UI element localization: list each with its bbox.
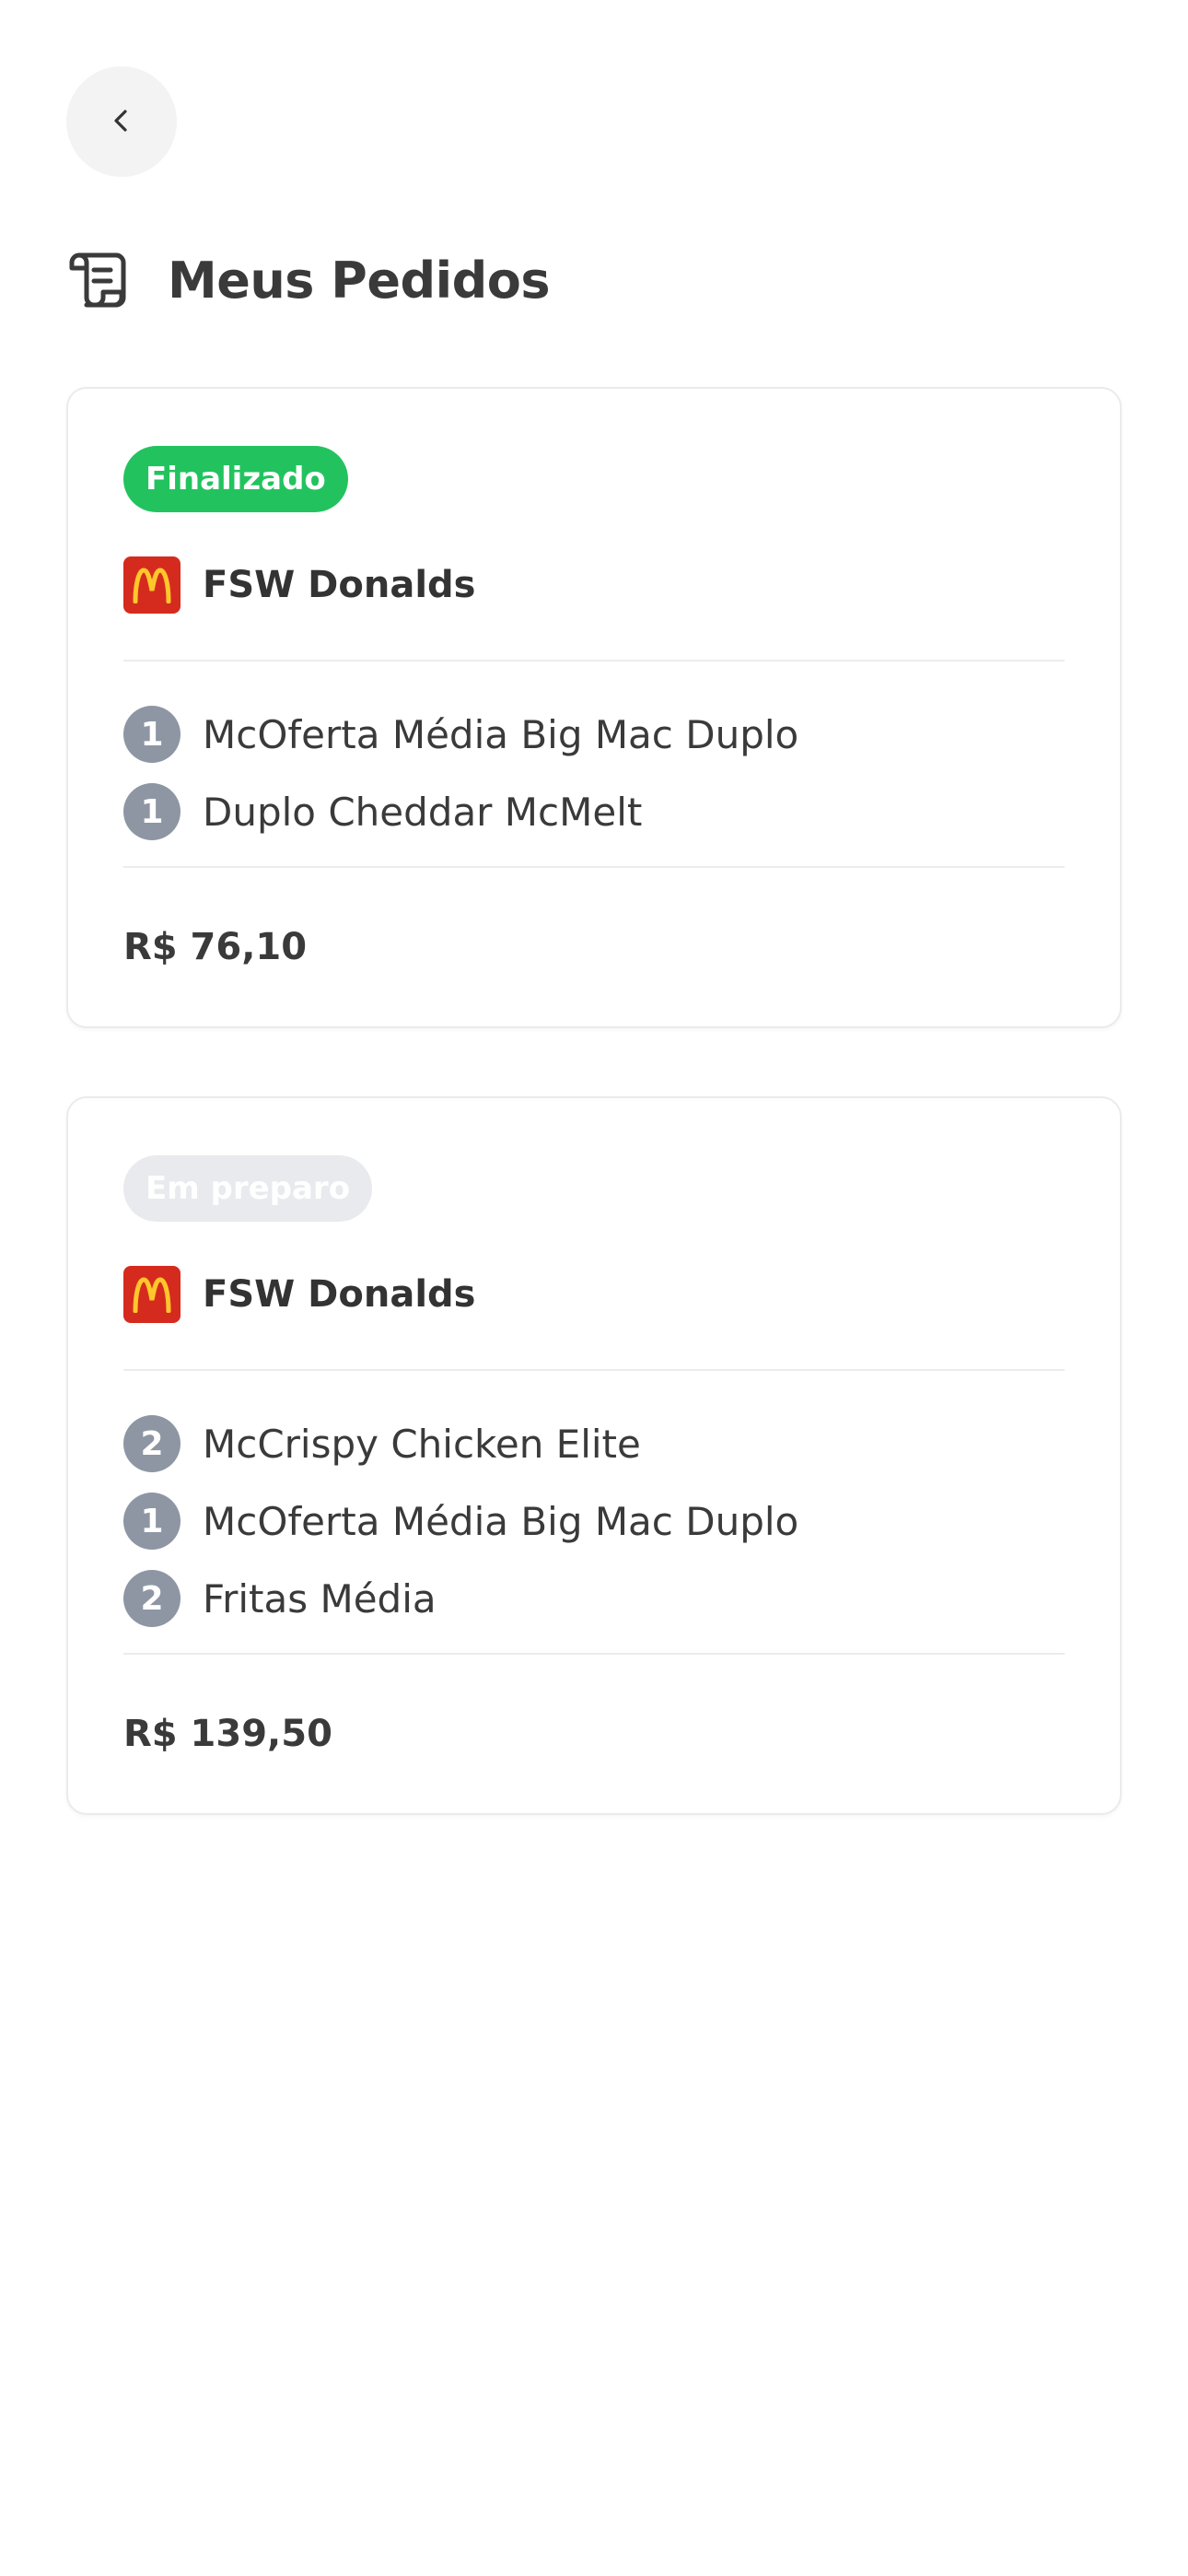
page-header: Meus Pedidos [66,247,551,313]
page-title: Meus Pedidos [168,251,551,310]
orders-page: Meus Pedidos Finalizado FSW Donalds 1 Mc… [0,0,1188,2576]
back-button[interactable] [66,66,177,177]
order-items: 1 McOferta Média Big Mac Duplo 1 Duplo C… [123,662,1065,840]
quantity-badge: 1 [123,1493,181,1550]
scroll-icon [66,248,131,312]
item-name: McOferta Média Big Mac Duplo [203,1498,799,1544]
quantity-badge: 1 [123,783,181,840]
restaurant-row: FSW Donalds [123,556,1065,614]
order-total: R$ 76,10 [123,926,308,968]
item-name: McCrispy Chicken Elite [203,1421,641,1467]
list-item: 2 McCrispy Chicken Elite [123,1415,1065,1472]
order-card[interactable]: Em preparo FSW Donalds 2 McCrispy Chicke… [66,1096,1122,1815]
list-item: 1 McOferta Média Big Mac Duplo [123,1493,1065,1550]
status-badge: Finalizado [123,446,348,512]
restaurant-logo [123,1266,181,1323]
order-card[interactable]: Finalizado FSW Donalds 1 McOferta Média … [66,387,1122,1028]
quantity-badge: 1 [123,706,181,763]
list-item: 1 Duplo Cheddar McMelt [123,783,1065,840]
chevron-left-icon [107,106,136,138]
quantity-badge: 2 [123,1570,181,1627]
item-name: McOferta Média Big Mac Duplo [203,711,799,757]
item-name: Duplo Cheddar McMelt [203,789,643,835]
status-badge: Em preparo [123,1155,373,1222]
restaurant-row: FSW Donalds [123,1266,1065,1323]
restaurant-name: FSW Donalds [203,1273,476,1316]
item-name: Fritas Média [203,1575,437,1622]
orders-list: Finalizado FSW Donalds 1 McOferta Média … [66,387,1122,1883]
restaurant-name: FSW Donalds [203,564,476,606]
restaurant-logo [123,556,181,614]
order-total: R$ 139,50 [123,1713,332,1755]
order-items: 2 McCrispy Chicken Elite 1 McOferta Médi… [123,1371,1065,1627]
list-item: 2 Fritas Média [123,1570,1065,1627]
quantity-badge: 2 [123,1415,181,1472]
list-item: 1 McOferta Média Big Mac Duplo [123,706,1065,763]
